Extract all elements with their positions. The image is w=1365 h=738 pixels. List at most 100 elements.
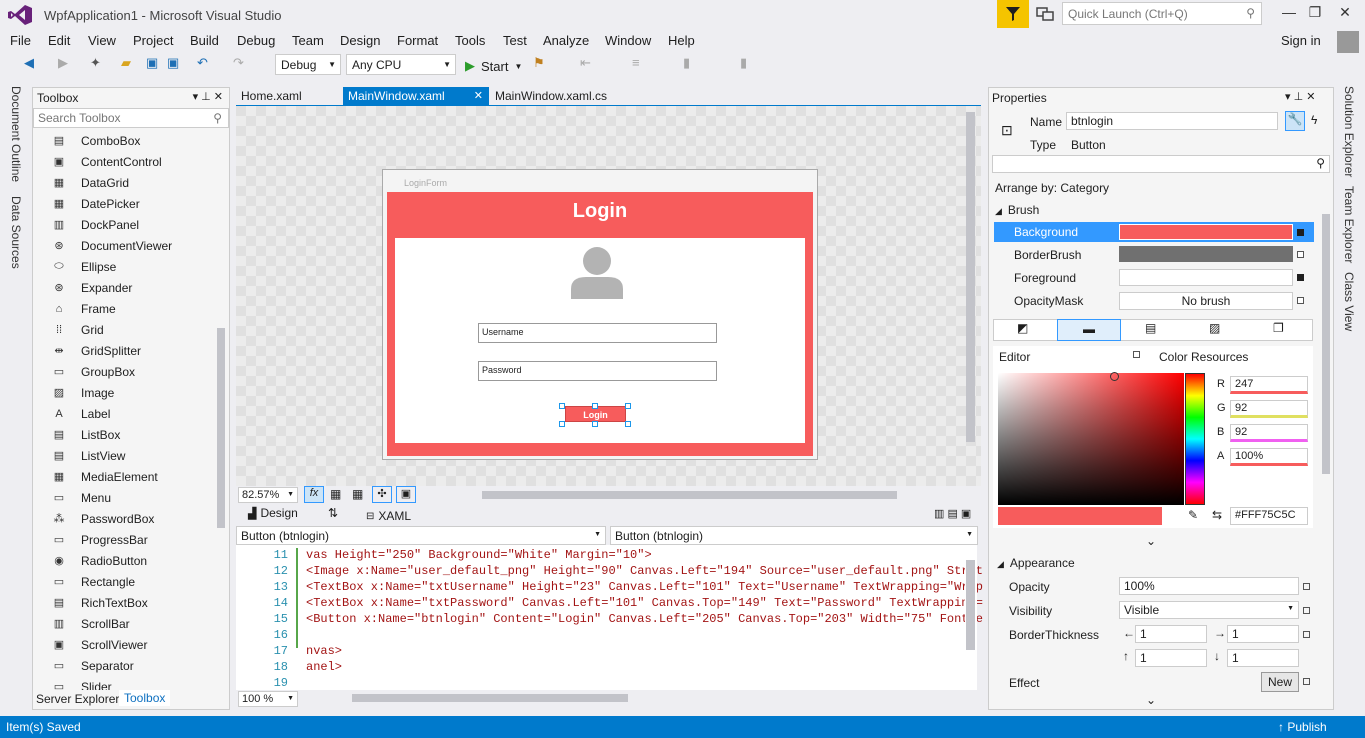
- new-project-icon[interactable]: ✦: [90, 55, 101, 75]
- r-input[interactable]: 247: [1230, 376, 1308, 394]
- swap-color-icon[interactable]: ⇆: [1212, 508, 1222, 522]
- save-all-icon[interactable]: ▣: [167, 55, 179, 75]
- resize-handle[interactable]: [625, 403, 631, 409]
- feedback-icon[interactable]: [1035, 4, 1055, 24]
- opacitymask-marker[interactable]: [1297, 297, 1304, 304]
- back-icon[interactable]: ◀: [24, 55, 34, 75]
- color-picker-cursor[interactable]: [1110, 372, 1119, 381]
- events-bolt-icon[interactable]: ϟ: [1311, 113, 1317, 127]
- toolbox-item-progressbar[interactable]: ▭ ProgressBar: [51, 529, 148, 550]
- code-line[interactable]: <TextBox x:Name="txtPassword" Canvas.Lef…: [306, 596, 983, 610]
- comment-icon[interactable]: ≡: [632, 55, 640, 75]
- menu-test[interactable]: Test: [503, 33, 527, 48]
- color-resources-tab[interactable]: Color Resources: [1159, 350, 1248, 364]
- gradient-brush-icon[interactable]: ▤: [1145, 321, 1156, 335]
- toolbox-item-scrollbar[interactable]: ▥ ScrollBar: [51, 613, 130, 634]
- expand-chevron-icon[interactable]: ⌄: [1146, 693, 1156, 707]
- image-brush-icon[interactable]: ▨: [1209, 321, 1220, 335]
- tab-mainwindow-cs[interactable]: MainWindow.xaml.cs: [490, 87, 630, 106]
- redo-icon[interactable]: ↷: [233, 55, 244, 75]
- arrange-by-dropdown[interactable]: Arrange by: Category: [995, 181, 1109, 195]
- project-code-icon[interactable]: ▣: [396, 486, 416, 503]
- code-line[interactable]: <Button x:Name="btnlogin" Content="Login…: [306, 612, 983, 626]
- hue-slider[interactable]: [1185, 373, 1205, 505]
- open-folder-icon[interactable]: ▰: [121, 55, 131, 75]
- editor-zoom-select[interactable]: 100 % ▼: [238, 691, 298, 707]
- null-brush-icon[interactable]: ◩: [1017, 321, 1028, 335]
- formula-icon[interactable]: fx: [304, 486, 324, 503]
- toolbox-item-menu[interactable]: ▭ Menu: [51, 487, 111, 508]
- background-swatch[interactable]: [1119, 224, 1293, 240]
- code-line[interactable]: vas Height="250" Background="White" Marg…: [306, 548, 652, 562]
- forward-icon[interactable]: ▶: [58, 55, 68, 75]
- foreground-marker[interactable]: [1297, 274, 1304, 281]
- xaml-scope-right-select[interactable]: Button (btnlogin) ▼: [610, 526, 978, 545]
- maximize-button[interactable]: ❐: [1301, 4, 1329, 24]
- menu-file[interactable]: File: [10, 33, 31, 48]
- solid-brush-icon[interactable]: ▬: [1057, 319, 1121, 341]
- quick-launch-input[interactable]: Quick Launch (Ctrl+Q) ⚲: [1062, 2, 1262, 25]
- swap-panes-icon[interactable]: ⇅: [328, 506, 338, 520]
- code-line[interactable]: <TextBox x:Name="txtUsername" Height="23…: [306, 580, 983, 594]
- borderbrush-swatch[interactable]: [1119, 246, 1293, 262]
- menu-design[interactable]: Design: [340, 33, 380, 48]
- team-explorer-tab[interactable]: Team Explorer: [1342, 186, 1356, 263]
- design-pane-tab[interactable]: ▟ Design: [248, 506, 298, 520]
- toolbox-scrollbar[interactable]: [217, 328, 225, 528]
- toolbox-item-listbox[interactable]: ▤ ListBox: [51, 424, 121, 445]
- toolbox-item-radiobutton[interactable]: ◉ RadioButton: [51, 550, 147, 571]
- snap-lines-icon[interactable]: ✣: [372, 486, 392, 503]
- data-sources-tab[interactable]: Data Sources: [9, 196, 23, 269]
- resize-handle[interactable]: [559, 403, 565, 409]
- borderbrush-marker[interactable]: [1297, 251, 1304, 258]
- resource-brush-icon[interactable]: ❐: [1273, 321, 1284, 335]
- border-marker[interactable]: [1303, 631, 1310, 638]
- toolbox-item-frame[interactable]: ⌂ Frame: [51, 298, 116, 319]
- opacity-input[interactable]: 100%: [1119, 577, 1299, 595]
- toolbox-item-contentcontrol[interactable]: ▣ ContentControl: [51, 151, 162, 172]
- toolbox-item-ellipse[interactable]: ⬭ Ellipse: [51, 256, 116, 277]
- publish-button[interactable]: ↑ Publish: [1278, 720, 1327, 734]
- menu-tools[interactable]: Tools: [455, 33, 485, 48]
- border-left-input[interactable]: 1: [1135, 625, 1207, 643]
- resize-handle[interactable]: [625, 421, 631, 427]
- password-textbox[interactable]: Password: [478, 361, 717, 381]
- appearance-category[interactable]: ◢ Appearance: [997, 556, 1075, 570]
- code-line[interactable]: anel>: [306, 660, 342, 674]
- properties-scrollbar[interactable]: [1322, 214, 1330, 474]
- toolbox-item-scrollviewer[interactable]: ▣ ScrollViewer: [51, 634, 148, 655]
- border-bottom-input[interactable]: 1: [1227, 649, 1299, 667]
- editor-tab[interactable]: Editor: [999, 350, 1030, 364]
- start-button[interactable]: ▶ Start ▼: [465, 56, 522, 76]
- visibility-select[interactable]: Visible ▼: [1119, 601, 1299, 619]
- toolbox-item-expander[interactable]: ⊛ Expander: [51, 277, 132, 298]
- toolbox-item-separator[interactable]: ▭ Separator: [51, 655, 134, 676]
- toolbox-item-documentviewer[interactable]: ⊛ DocumentViewer: [51, 235, 172, 256]
- code-line[interactable]: nvas>: [306, 644, 342, 658]
- border-top-input[interactable]: 1: [1135, 649, 1207, 667]
- resize-handle[interactable]: [592, 421, 598, 427]
- b-input[interactable]: 92: [1230, 424, 1308, 442]
- sign-in-link[interactable]: Sign in: [1281, 33, 1321, 48]
- toolbox-item-passwordbox[interactable]: ⁂ PasswordBox: [51, 508, 155, 529]
- browser-link-icon[interactable]: ⚑: [533, 55, 545, 75]
- opacity-marker[interactable]: [1303, 583, 1310, 590]
- designer-zoom-select[interactable]: 82.57% ▼: [238, 487, 298, 503]
- align-icon[interactable]: ⇤: [580, 55, 591, 75]
- minimize-button[interactable]: —: [1275, 4, 1303, 24]
- hex-input[interactable]: #FFF75C5C: [1230, 507, 1308, 525]
- menu-build[interactable]: Build: [190, 33, 219, 48]
- menu-view[interactable]: View: [88, 33, 116, 48]
- border-right-input[interactable]: 1: [1227, 625, 1299, 643]
- bookmark-next-icon[interactable]: ▮: [740, 55, 747, 75]
- toolbox-item-groupbox[interactable]: ▭ GroupBox: [51, 361, 135, 382]
- xaml-pane-tab[interactable]: ⊟ XAML: [366, 509, 411, 523]
- g-input[interactable]: 92: [1230, 400, 1308, 418]
- toolbox-item-mediaelement[interactable]: ▦ MediaElement: [51, 466, 158, 487]
- xaml-scope-left-select[interactable]: Button (btnlogin) ▼: [236, 526, 606, 545]
- toolbox-item-combobox[interactable]: ▤ ComboBox: [51, 130, 141, 151]
- foreground-swatch[interactable]: [1119, 269, 1293, 286]
- menu-analyze[interactable]: Analyze: [543, 33, 589, 48]
- pin-close-icons[interactable]: ▾ ⊥ ✕: [1285, 90, 1315, 103]
- toolbox-tab[interactable]: Toolbox: [119, 690, 171, 706]
